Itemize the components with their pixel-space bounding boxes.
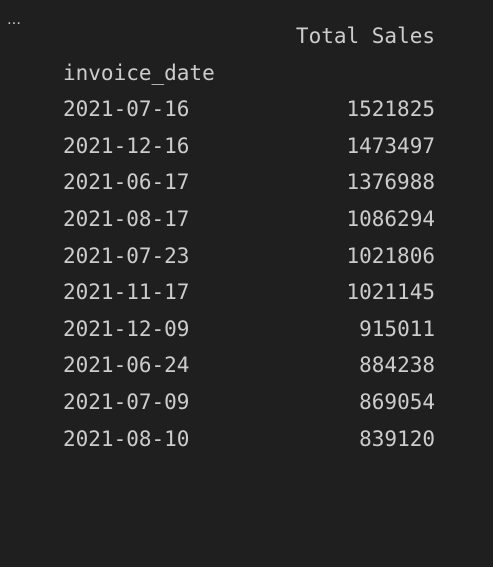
row-date: 2021-06-17 bbox=[63, 170, 190, 195]
row-date: 2021-07-23 bbox=[63, 243, 190, 268]
column-header-row: Total Sales bbox=[63, 18, 435, 55]
table-row: 2021-08-10 839120 bbox=[63, 421, 435, 458]
row-date: 2021-06-24 bbox=[63, 353, 190, 378]
table-row: 2021-07-09 869054 bbox=[63, 384, 435, 421]
more-actions-icon[interactable]: … bbox=[7, 13, 22, 27]
table-row: 2021-12-09 915011 bbox=[63, 311, 435, 348]
table-row: 2021-08-17 1086294 bbox=[63, 201, 435, 238]
table-row: 2021-06-17 1376988 bbox=[63, 164, 435, 201]
row-value: 839120 bbox=[359, 426, 435, 451]
row-value: 1086294 bbox=[346, 206, 435, 231]
row-date: 2021-08-17 bbox=[63, 206, 190, 231]
row-date: 2021-11-17 bbox=[63, 280, 190, 305]
row-value: 884238 bbox=[359, 353, 435, 378]
row-value: 1376988 bbox=[346, 170, 435, 195]
column-header-total-sales: Total Sales bbox=[295, 24, 435, 48]
row-date: 2021-12-16 bbox=[63, 133, 190, 158]
row-value: 1521825 bbox=[346, 97, 435, 122]
table-row: 2021-06-24 884238 bbox=[63, 347, 435, 384]
row-date: 2021-07-16 bbox=[63, 97, 190, 122]
table-row: 2021-07-23 1021806 bbox=[63, 238, 435, 275]
row-value: 1473497 bbox=[346, 133, 435, 158]
row-value: 1021806 bbox=[346, 243, 435, 268]
table-row: 2021-07-16 1521825 bbox=[63, 91, 435, 128]
dataframe-output: Total Sales invoice_date 2021-07-16 1521… bbox=[63, 18, 435, 457]
index-name: invoice_date bbox=[63, 60, 215, 85]
row-date: 2021-08-10 bbox=[63, 426, 190, 451]
row-value: 869054 bbox=[359, 389, 435, 414]
table-row: 2021-12-16 1473497 bbox=[63, 128, 435, 165]
table-row: 2021-11-17 1021145 bbox=[63, 274, 435, 311]
index-name-row: invoice_date bbox=[63, 55, 435, 92]
row-date: 2021-12-09 bbox=[63, 316, 190, 341]
row-value: 915011 bbox=[359, 316, 435, 341]
row-value: 1021145 bbox=[346, 280, 435, 305]
row-date: 2021-07-09 bbox=[63, 389, 190, 414]
